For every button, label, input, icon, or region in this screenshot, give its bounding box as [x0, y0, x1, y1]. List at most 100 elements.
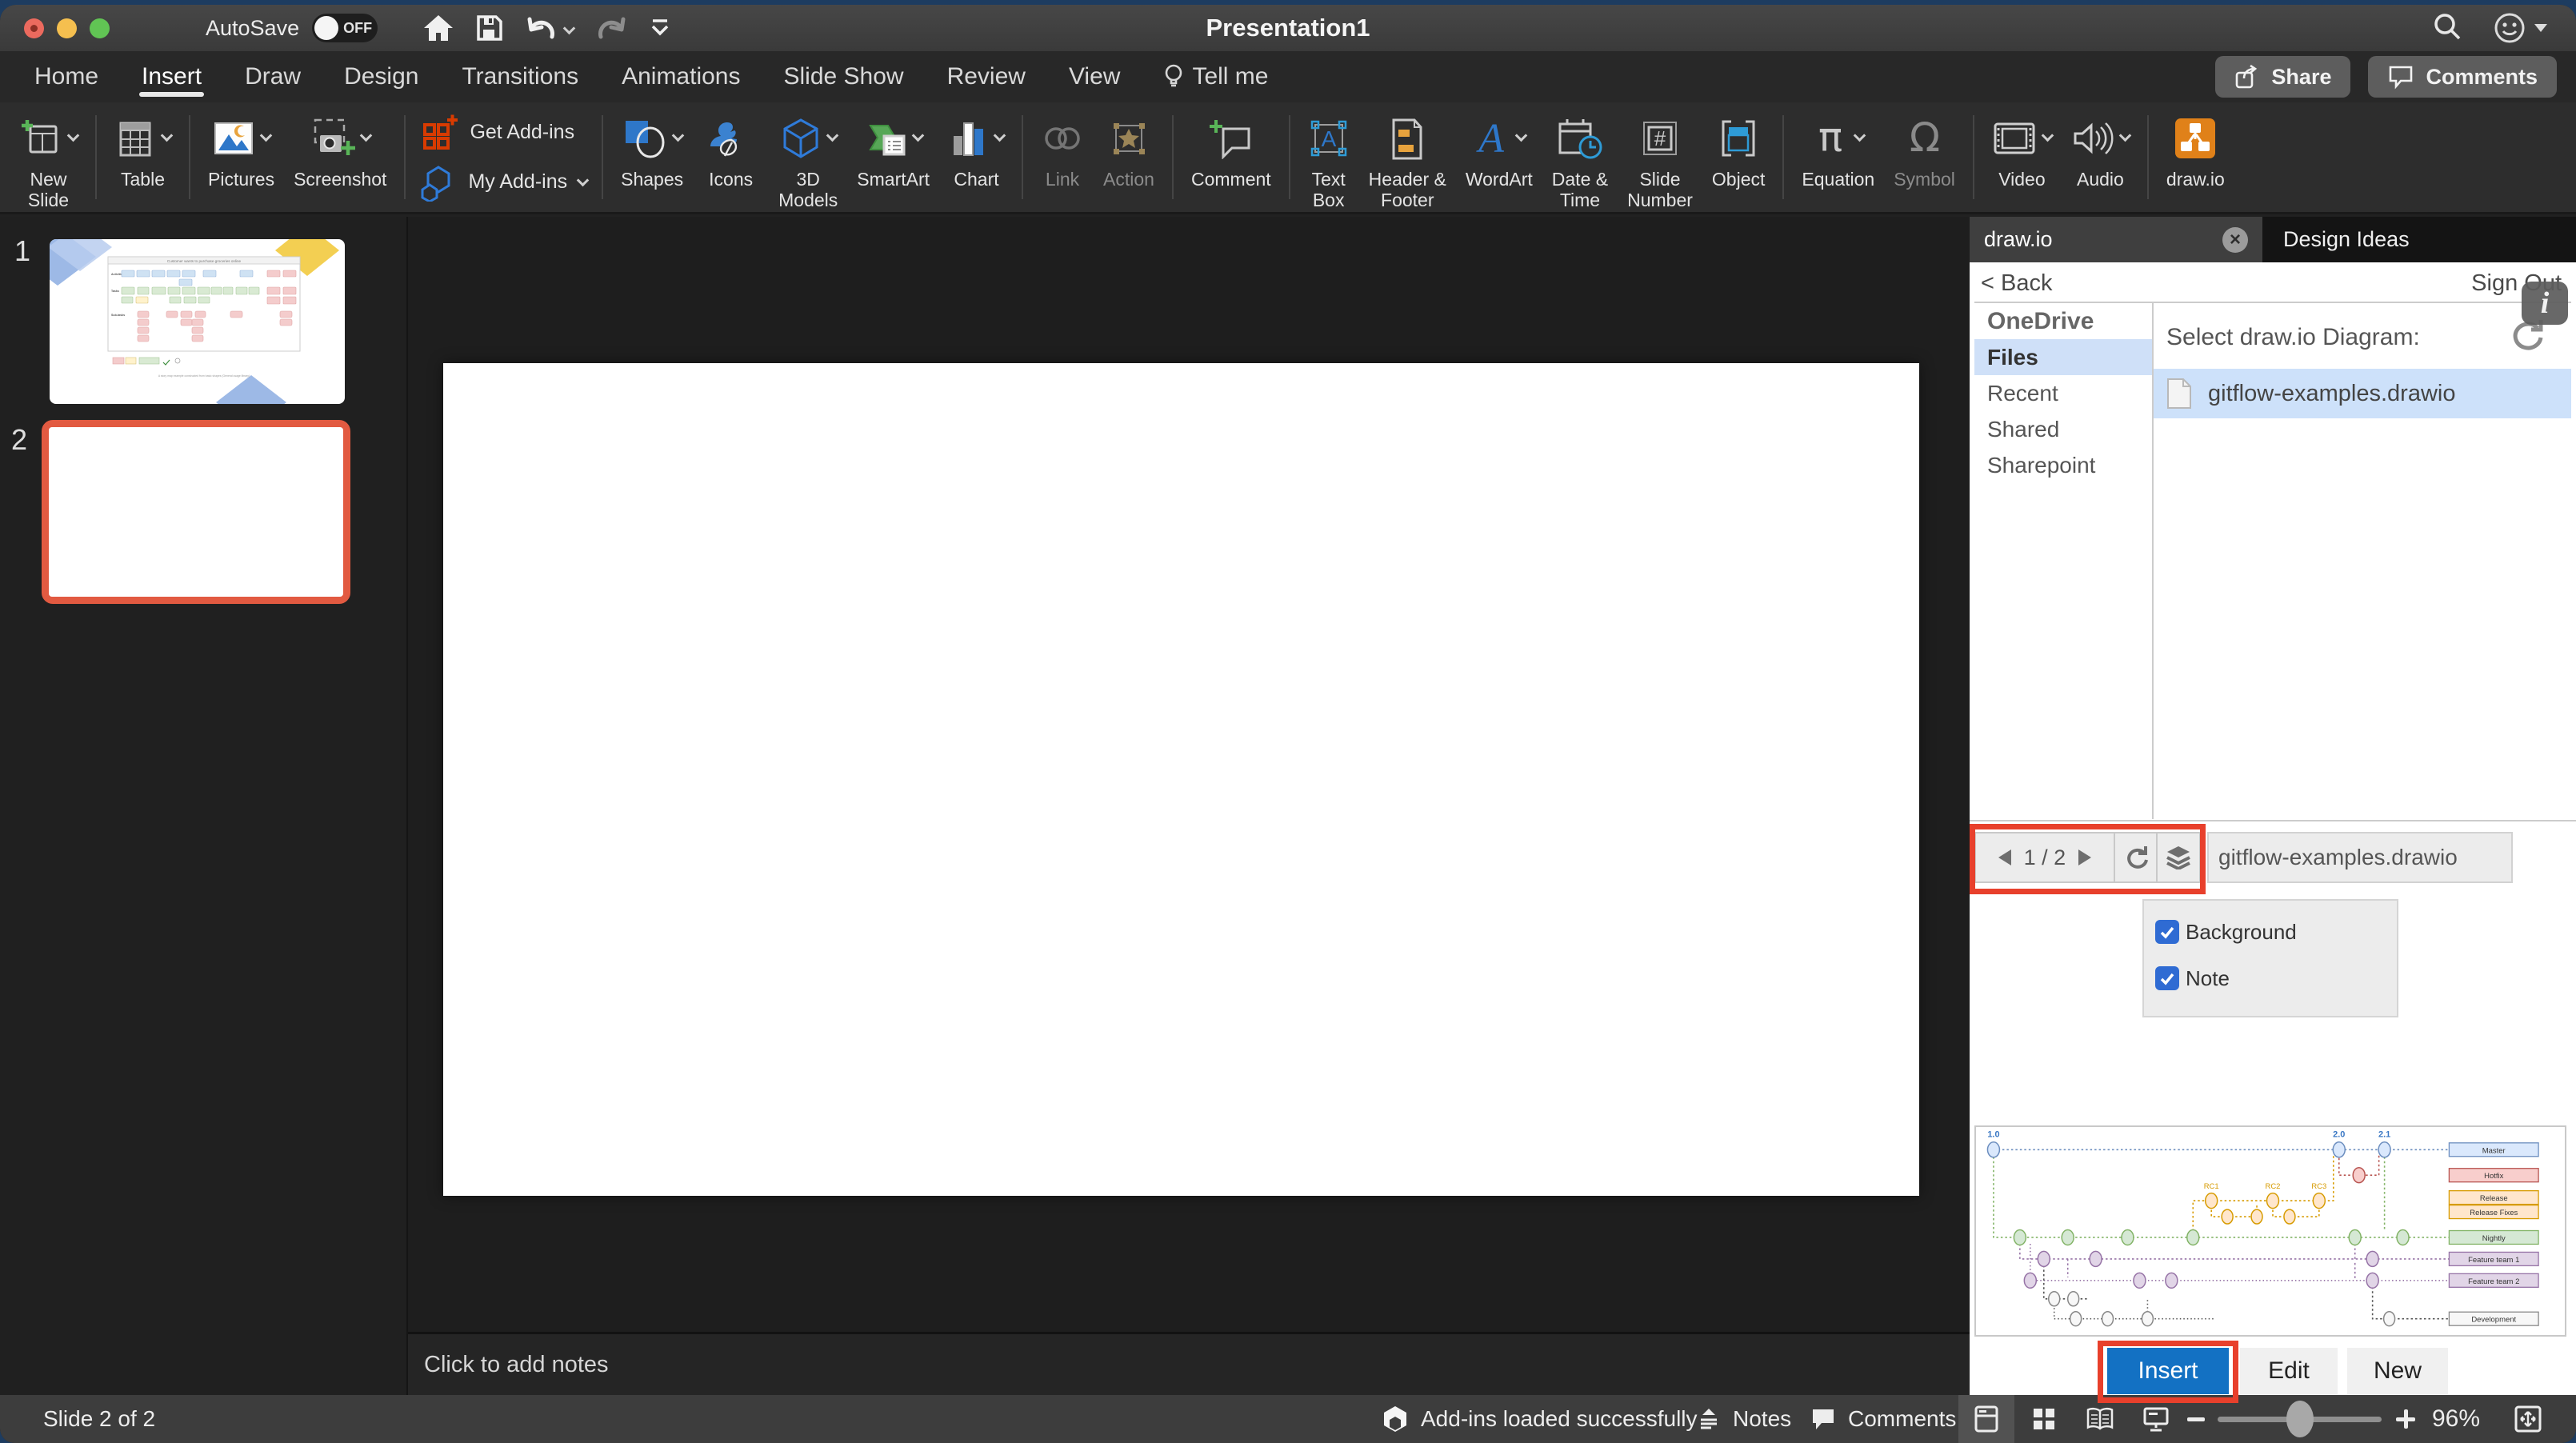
- tab-draw[interactable]: Draw: [223, 51, 322, 102]
- 3d-models-icon: [783, 118, 818, 158]
- ribbon-button-icons[interactable]: Icons: [693, 109, 769, 191]
- comments-button[interactable]: Comments: [2368, 56, 2557, 98]
- comments-toggle[interactable]: Comments: [1810, 1395, 1956, 1443]
- sidebar-item-recent[interactable]: Recent: [1974, 375, 2152, 411]
- background-checkbox[interactable]: [2155, 920, 2179, 944]
- addin-cube-icon: [1384, 1406, 1406, 1432]
- ribbon-button-new-slide[interactable]: New Slide: [10, 109, 87, 212]
- layer-note-row[interactable]: Note: [2155, 960, 2397, 997]
- sidebar-item-shared[interactable]: Shared: [1974, 411, 2152, 447]
- sidebar-item-files[interactable]: Files: [1974, 339, 2152, 375]
- ribbon-button-my-add-ins[interactable]: My Add-ins: [420, 163, 590, 202]
- autosave-state: OFF: [343, 19, 373, 36]
- ribbon-button-pictures[interactable]: Pictures: [198, 109, 284, 191]
- note-checkbox[interactable]: [2155, 966, 2179, 990]
- tab-insert[interactable]: Insert: [120, 51, 223, 102]
- tab-design[interactable]: Design: [322, 51, 440, 102]
- notes-toggle[interactable]: Notes: [1696, 1395, 1791, 1443]
- tab-transitions[interactable]: Transitions: [440, 51, 600, 102]
- sidebar-item-sharepoint[interactable]: Sharepoint: [1974, 447, 2152, 483]
- file-item-gitflow[interactable]: gitflow-examples.drawio: [2154, 369, 2571, 418]
- share-button[interactable]: Share: [2215, 56, 2351, 98]
- ribbon-button-text-box[interactable]: A Text Box: [1298, 109, 1359, 212]
- tab-animations[interactable]: Animations: [600, 51, 762, 102]
- ribbon-button-chart[interactable]: Chart: [939, 109, 1014, 191]
- panel-tab-drawio[interactable]: draw.io ×: [1970, 217, 2262, 262]
- ribbon-button-comment[interactable]: Comment: [1182, 109, 1281, 191]
- addin-status: Add-ins loaded successfully: [1381, 1395, 1698, 1443]
- ribbon-button-symbol: Ω Symbol: [1884, 109, 1965, 191]
- account-dropdown-arrow: [2534, 24, 2547, 32]
- autosave-toggle[interactable]: OFF: [312, 14, 378, 42]
- zoom-slider[interactable]: [2218, 1401, 2382, 1437]
- search-icon[interactable]: [2432, 11, 2462, 46]
- close-window-button[interactable]: [24, 18, 44, 38]
- branch-label-feature-team-1: Feature team 1: [2468, 1256, 2519, 1265]
- ribbon-button-object[interactable]: Object: [1702, 109, 1774, 191]
- ribbon-button-equation[interactable]: π Equation: [1792, 109, 1884, 191]
- minimize-window-button[interactable]: [57, 18, 77, 38]
- back-link[interactable]: < Back: [1981, 270, 2052, 297]
- diagram-filename-field[interactable]: gitflow-examples.drawio: [2207, 832, 2513, 883]
- slide-thumbnail-panel: 1 Customer wants to purchase groceries o…: [0, 217, 408, 1395]
- ribbon-button-drawio[interactable]: draw.io: [2157, 109, 2234, 191]
- chart-icon: [954, 122, 984, 156]
- undo-icon[interactable]: [525, 13, 558, 43]
- ribbon-button-slide-number[interactable]: # Slide Number: [1618, 109, 1702, 212]
- drawio-panel: draw.io × Design Ideas < Back Sign Out i…: [1970, 217, 2576, 1403]
- ribbon-button-link: Link: [1031, 109, 1094, 191]
- tab-tell-me[interactable]: Tell me: [1142, 51, 1290, 102]
- new-button[interactable]: New: [2347, 1348, 2448, 1394]
- zoom-slider-thumb[interactable]: [2286, 1401, 2314, 1437]
- header-footer-icon: [1392, 118, 1422, 160]
- ribbon-button-date-time[interactable]: Date & Time: [1542, 109, 1618, 212]
- slide-1-number: 1: [14, 234, 31, 267]
- panel-tab-design-ideas[interactable]: Design Ideas: [2262, 217, 2576, 262]
- slide-canvas[interactable]: [443, 363, 1919, 1196]
- symbol-omega-icon: Ω: [1909, 117, 1939, 160]
- document-title: Presentation1: [1206, 14, 1370, 42]
- tab-view[interactable]: View: [1047, 51, 1142, 102]
- normal-view-button[interactable]: [1958, 1395, 2014, 1443]
- ribbon-button-video[interactable]: Video: [1982, 109, 2062, 191]
- tag-rc3: RC3: [2311, 1182, 2326, 1191]
- ribbon-button-smartart[interactable]: SmartArt: [847, 109, 939, 191]
- ribbon-button-get-add-ins[interactable]: Get Add-ins: [420, 114, 574, 152]
- lightbulb-icon: [1166, 64, 1182, 87]
- fit-slide-to-window-button[interactable]: [2500, 1395, 2556, 1443]
- new-slide-icon: [22, 120, 58, 154]
- notes-pane[interactable]: Click to add notes: [408, 1332, 1970, 1395]
- ribbon-button-wordart[interactable]: A WordArt: [1456, 109, 1542, 191]
- panel-close-icon[interactable]: ×: [2222, 226, 2248, 253]
- zoom-in-button[interactable]: [2386, 1395, 2426, 1443]
- zoom-percentage[interactable]: 96%: [2432, 1395, 2480, 1443]
- undo-dropdown-chevron[interactable]: [562, 22, 576, 34]
- smartart-icon: [869, 125, 906, 156]
- ribbon-button-screenshot[interactable]: Screenshot: [284, 109, 396, 191]
- ribbon-button-table[interactable]: Table: [105, 109, 181, 191]
- home-icon[interactable]: [422, 13, 454, 43]
- plus-icon: [2396, 1409, 2415, 1429]
- account-menu[interactable]: [2493, 11, 2547, 45]
- sidebar-item-onedrive[interactable]: OneDrive: [1974, 303, 2152, 339]
- slide-2-thumbnail-selected[interactable]: [42, 420, 350, 604]
- edit-button[interactable]: Edit: [2240, 1348, 2338, 1394]
- info-button[interactable]: i: [2522, 282, 2568, 325]
- tab-slide-show[interactable]: Slide Show: [762, 51, 925, 102]
- ribbon-button-header-footer[interactable]: Header & Footer: [1359, 109, 1456, 212]
- tab-home[interactable]: Home: [13, 51, 120, 102]
- ribbon-button-shapes[interactable]: Shapes: [611, 109, 693, 191]
- ribbon-button-3d-models[interactable]: 3D Models: [769, 109, 847, 212]
- diagram-preview[interactable]: 1.0 2.0 2.1 RC1 RC2 RC3 Master Hotfix Re…: [1974, 1125, 2566, 1337]
- zoom-window-button[interactable]: [90, 18, 110, 38]
- redo-icon: [594, 13, 628, 43]
- slide-sorter-view-button[interactable]: [2016, 1395, 2072, 1443]
- save-icon[interactable]: [475, 14, 504, 42]
- insert-button[interactable]: Insert: [2107, 1348, 2229, 1394]
- ribbon-button-audio[interactable]: Audio: [2062, 109, 2139, 191]
- slide-1-thumbnail[interactable]: Customer wants to purchase groceries onl…: [50, 239, 345, 404]
- customize-toolbar-icon[interactable]: [649, 17, 671, 39]
- layer-background-row[interactable]: Background: [2155, 913, 2397, 950]
- share-icon: [2236, 64, 2258, 89]
- tab-review[interactable]: Review: [926, 51, 1047, 102]
